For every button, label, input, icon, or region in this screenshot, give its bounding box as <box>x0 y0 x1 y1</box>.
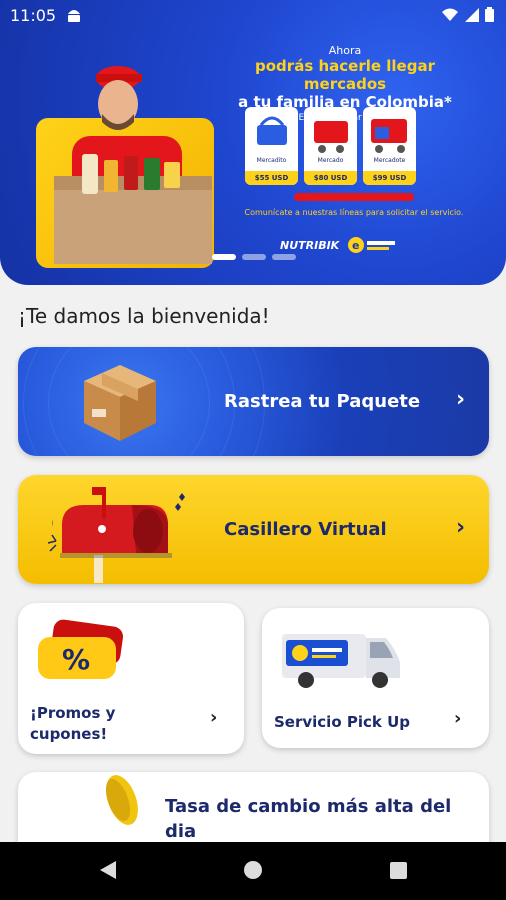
exchange-rate-line2: dia <box>165 821 197 842</box>
chevron-right-icon: › <box>210 707 218 728</box>
carousel-dot[interactable] <box>272 254 296 260</box>
virtual-locker-card[interactable]: Casillero Virtual › <box>18 475 489 584</box>
virtual-locker-label: Casillero Virtual <box>224 519 387 540</box>
status-time: 11:05 <box>10 6 57 25</box>
android-icon <box>68 10 80 22</box>
box-icon <box>84 365 156 441</box>
status-bar: 11:05 <box>0 0 506 32</box>
chevron-right-icon: › <box>456 387 466 412</box>
product-card: Mercadote $99 USD <box>363 107 416 185</box>
cart-icon <box>371 119 407 153</box>
banner-line1: Ahora <box>328 44 362 57</box>
centro-envios-logo: e <box>348 237 396 253</box>
nutribik-logo: NUTRIBIK <box>280 238 340 252</box>
delivery-person-illustration <box>54 66 212 264</box>
banner-line2: podrás hacerle llegar mercados <box>255 57 435 93</box>
coupon-icon: % <box>38 619 124 679</box>
product-price: $80 USD <box>304 171 357 185</box>
track-package-card[interactable]: Rastrea tu Paquete › <box>18 347 489 456</box>
banner-cta: Comunícate a nuestras líneas para solici… <box>244 208 464 217</box>
promos-label: ¡Promos y cupones! <box>30 703 115 745</box>
welcome-heading: ¡Te damos la bienvenida! <box>18 304 270 328</box>
promos-label-line1: ¡Promos y <box>30 704 116 722</box>
product-name: Mercado <box>317 157 344 164</box>
battery-icon <box>485 7 494 22</box>
carousel-dot[interactable] <box>212 254 236 260</box>
pickup-label: Servicio Pick Up <box>274 713 410 731</box>
status-icons <box>441 7 494 22</box>
mailbox-icon <box>47 487 185 583</box>
pickup-service-card[interactable]: Servicio Pick Up › <box>262 608 489 748</box>
basket-icon <box>257 116 287 145</box>
wifi-icon <box>442 8 458 21</box>
van-icon <box>282 634 400 688</box>
product-card: Mercado $80 USD <box>304 107 357 185</box>
product-price: $99 USD <box>363 171 416 185</box>
track-package-label: Rastrea tu Paquete <box>224 391 421 412</box>
banner-red-pill <box>294 193 414 201</box>
product-name: Mercadote <box>373 157 406 164</box>
product-price: $55 USD <box>245 171 298 185</box>
back-icon[interactable] <box>100 861 116 879</box>
home-icon[interactable] <box>244 861 262 879</box>
chevron-right-icon: › <box>454 708 462 729</box>
chevron-right-icon: › <box>456 515 466 540</box>
promos-card[interactable]: % ¡Promos y cupones! › <box>18 603 244 754</box>
product-name: Mercadito <box>256 157 287 164</box>
system-nav-bar <box>0 842 506 900</box>
banner-products: Mercadito $55 USD Mercado $80 USD Mercad… <box>245 107 416 185</box>
exchange-rate-label: Tasa de cambio más alta del dia <box>165 794 451 844</box>
carousel-dot[interactable] <box>242 254 266 260</box>
recents-icon[interactable] <box>390 862 407 879</box>
product-card: Mercadito $55 USD <box>245 107 298 185</box>
cart-icon <box>314 121 348 153</box>
promos-label-line2: cupones! <box>30 725 108 743</box>
svg-text:%: % <box>62 643 90 676</box>
signal-icon <box>465 7 479 22</box>
carousel-indicators <box>212 254 296 260</box>
promo-banner[interactable]: Ahora podrás hacerle llegar mercados a t… <box>0 0 506 285</box>
svg-text:e: e <box>352 239 359 252</box>
banner-logos: NUTRIBIK e <box>280 236 397 254</box>
exchange-rate-line1: Tasa de cambio más alta del <box>165 796 452 817</box>
